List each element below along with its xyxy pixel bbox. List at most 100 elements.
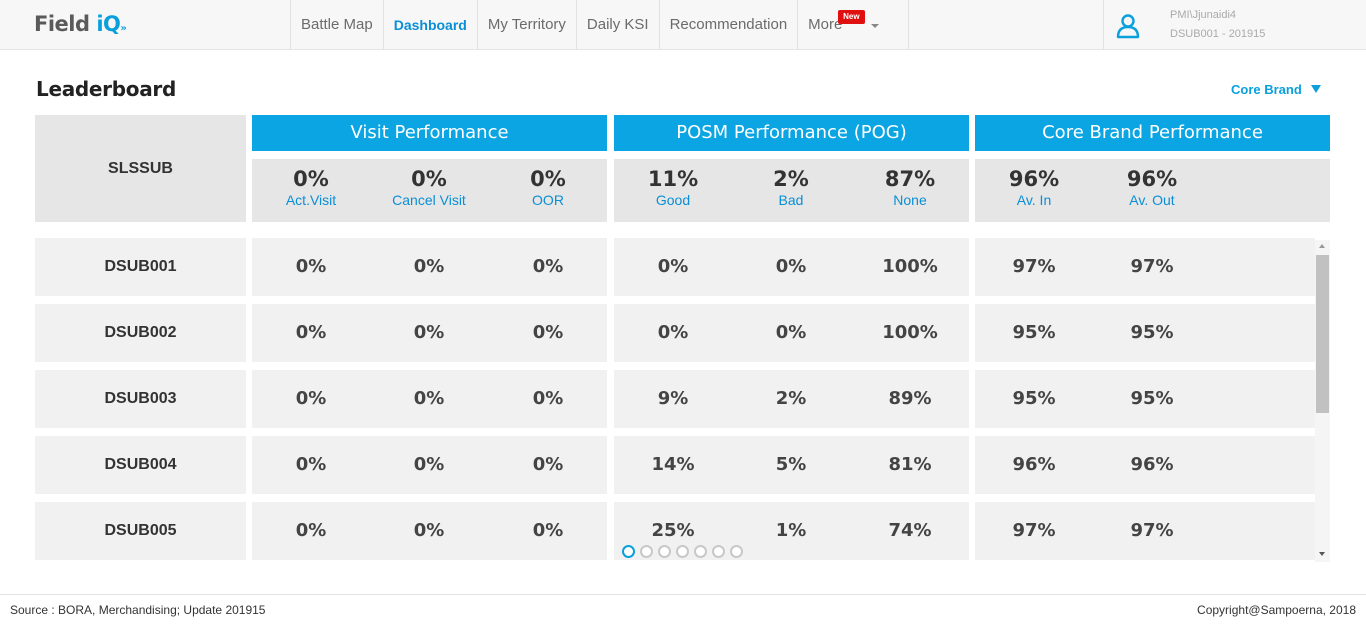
page-dot-3[interactable]: [658, 545, 671, 558]
fieldiq-logo[interactable]: Field iQ»: [34, 12, 127, 36]
cell-value: 81%: [888, 454, 932, 475]
user-name: PMI\Jjunaidi4: [1170, 9, 1237, 21]
table-row[interactable]: DSUB004 0% 0% 0% 14% 5% 81% 96% 96%: [35, 436, 1315, 494]
row-label: DSUB003: [35, 370, 246, 428]
metric-label[interactable]: Av. In: [975, 192, 1093, 208]
posm-cells: 14% 5% 81%: [614, 436, 969, 494]
cell-value: 0%: [532, 388, 564, 409]
cell-value: 0%: [775, 256, 807, 277]
nav-daily-ksi[interactable]: Daily KSI: [575, 0, 659, 50]
nav-recommendation[interactable]: Recommendation: [658, 0, 798, 50]
nav-more-dropdown[interactable]: More New: [797, 0, 910, 50]
cell-value: 95%: [1012, 322, 1056, 343]
row-label: DSUB005: [35, 502, 246, 560]
visit-performance-header: Visit Performance 0% Act.Visit 0% Cancel…: [252, 115, 607, 222]
posm-cells: 9% 2% 89%: [614, 370, 969, 428]
group-summary: 11% Good 2% Bad 87% None: [614, 159, 969, 222]
metric-value: 0%: [293, 167, 329, 191]
page-dot-5[interactable]: [694, 545, 707, 558]
cell-value: 95%: [1012, 388, 1056, 409]
brand-cells: 95% 95%: [975, 370, 1315, 428]
nav-battle-map[interactable]: Battle Map: [290, 0, 383, 50]
cell-value: 0%: [295, 256, 327, 277]
group-title: Visit Performance: [252, 115, 607, 151]
cell-value: 0%: [532, 322, 564, 343]
metric-label[interactable]: Good: [614, 192, 732, 208]
metric-value: 96%: [1008, 167, 1060, 191]
chevron-down-icon: [871, 24, 880, 28]
scroll-up-arrow-icon[interactable]: [1319, 244, 1325, 248]
user-territory-period: DSUB001 - 201915: [1170, 28, 1266, 40]
user-profile[interactable]: PMI\Jjunaidi4 DSUB001 - 201915: [1103, 0, 1366, 50]
metric-label[interactable]: None: [851, 192, 969, 208]
leaderboard-rows[interactable]: DSUB001 0% 0% 0% 0% 0% 100% 97% 97% DSUB…: [35, 238, 1331, 562]
cell-value: 0%: [413, 454, 445, 475]
cell-value: 0%: [775, 322, 807, 343]
metric-label[interactable]: Act.Visit: [252, 192, 370, 208]
pagination-dots: [622, 545, 743, 558]
cell-value: 0%: [413, 322, 445, 343]
page-dot-2[interactable]: [640, 545, 653, 558]
posm-cells: 0% 0% 100%: [614, 238, 969, 296]
column-header-slssub: SLSSUB: [35, 115, 246, 222]
scrollbar-thumb[interactable]: [1316, 255, 1329, 413]
group-summary: 0% Act.Visit 0% Cancel Visit 0% OOR: [252, 159, 607, 222]
summary-metric: 0% Act.Visit: [252, 167, 370, 208]
metric-value: 96%: [1126, 167, 1178, 191]
posm-cells: 0% 0% 100%: [614, 304, 969, 362]
brand-cells: 97% 97%: [975, 238, 1315, 296]
cell-value: 0%: [295, 520, 327, 541]
summary-metric: 96% Av. Out: [1093, 167, 1211, 208]
triangle-down-icon[interactable]: [1311, 85, 1321, 93]
cell-value: 95%: [1130, 388, 1174, 409]
summary-metric: 11% Good: [614, 167, 732, 208]
metric-label[interactable]: Cancel Visit: [370, 192, 488, 208]
metric-label[interactable]: Bad: [732, 192, 850, 208]
nav-my-territory[interactable]: My Territory: [476, 0, 576, 50]
page-dot-7[interactable]: [730, 545, 743, 558]
cell-value: 96%: [1130, 454, 1174, 475]
metric-value: 0%: [530, 167, 566, 191]
footer: Source : BORA, Merchandising; Update 201…: [0, 594, 1366, 625]
brand-cells: 96% 96%: [975, 436, 1315, 494]
visit-cells: 0% 0% 0%: [252, 238, 607, 296]
table-row[interactable]: DSUB003 0% 0% 0% 9% 2% 89% 95% 95%: [35, 370, 1315, 428]
group-title: POSM Performance (POG): [614, 115, 969, 151]
cell-value: 0%: [657, 322, 689, 343]
scroll-down-arrow-icon[interactable]: [1319, 552, 1325, 556]
visit-cells: 0% 0% 0%: [252, 370, 607, 428]
metric-value: 87%: [884, 167, 936, 191]
table-row[interactable]: DSUB002 0% 0% 0% 0% 0% 100% 95% 95%: [35, 304, 1315, 362]
cell-value: 0%: [532, 520, 564, 541]
cell-value: 97%: [1130, 256, 1174, 277]
cell-value: 100%: [882, 256, 938, 277]
summary-metric: 2% Bad: [732, 167, 850, 208]
visit-cells: 0% 0% 0%: [252, 304, 607, 362]
new-badge: New: [838, 10, 865, 24]
cell-value: 0%: [295, 388, 327, 409]
main-nav: Battle Map Dashboard My Territory Daily …: [290, 0, 910, 50]
core-brand-performance-header: Core Brand Performance 96% Av. In 96% Av…: [975, 115, 1330, 222]
cell-value: 0%: [413, 520, 445, 541]
row-label: DSUB004: [35, 436, 246, 494]
cell-value: 9%: [657, 388, 689, 409]
metric-label[interactable]: OOR: [489, 192, 607, 208]
cell-value: 1%: [775, 520, 807, 541]
group-title: Core Brand Performance: [975, 115, 1330, 151]
logo-text-field: Field: [34, 12, 90, 36]
brand-filter-dropdown[interactable]: Core Brand: [1231, 82, 1302, 97]
page-dot-1[interactable]: [622, 545, 635, 558]
nav-dashboard[interactable]: Dashboard: [382, 0, 477, 50]
visit-cells: 0% 0% 0%: [252, 502, 607, 560]
cell-value: 97%: [1012, 256, 1056, 277]
summary-metric: 0% OOR: [489, 167, 607, 208]
cell-value: 14%: [651, 454, 695, 475]
metric-value: 11%: [647, 167, 699, 191]
metric-value: 2%: [773, 167, 809, 191]
page-dot-6[interactable]: [712, 545, 725, 558]
metric-label[interactable]: Av. Out: [1093, 192, 1211, 208]
page-dot-4[interactable]: [676, 545, 689, 558]
logo-text-iq: iQ: [96, 12, 121, 36]
cell-value: 0%: [532, 454, 564, 475]
table-row[interactable]: DSUB001 0% 0% 0% 0% 0% 100% 97% 97%: [35, 238, 1315, 296]
